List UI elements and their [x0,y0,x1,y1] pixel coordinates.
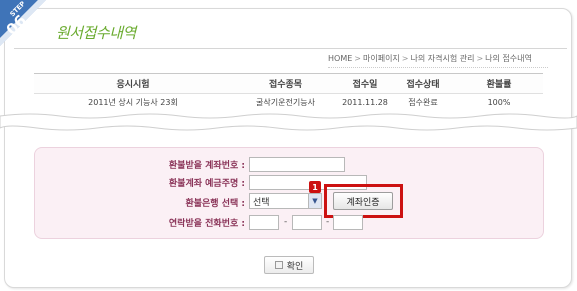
cell-date: 2011.11.28 [342,98,388,108]
cell-status: 접수완료 [408,98,438,108]
step-marker-badge: 1 [309,181,321,193]
phone-number-label: 연락받을 전화번호 : [168,219,245,229]
bank-select-label: 환불은행 선택 : [185,199,245,209]
column-header-date: 접수일 [339,73,391,94]
breadcrumb-current: 나의 접수내역 [485,54,532,63]
bank-select-value: 선택 [253,197,270,208]
cell-category: 굴삭기운전기능사 [256,98,315,108]
phone-dash: - [326,217,330,227]
verify-account-button[interactable]: 계좌인증 [333,192,393,210]
table-header-row: 응시시험 접수종목 접수일 접수상태 환불률 [34,73,543,94]
breadcrumb-home[interactable]: HOME [328,54,352,63]
breadcrumb-separator: > [401,54,409,63]
confirm-button-label: 확인 [286,261,304,272]
table-row: 2011년 상시 기능사 23회 굴삭기운전기능사 2011.11.28 접수완… [34,94,543,112]
column-header-status: 접수상태 [391,73,455,94]
page-title: 원서접수내역 [56,24,136,42]
phone-part1-input[interactable] [249,215,279,230]
application-table: 응시시험 접수종목 접수일 접수상태 환불률 2011년 상시 기능사 23회 … [34,73,543,112]
column-header-exam: 응시시험 [34,73,232,94]
chevron-down-icon[interactable]: ▼ [308,194,321,208]
breadcrumb: HOME > 마이페이지 > 나의 자격시험 관리 > 나의 접수내역 [328,50,548,68]
bank-select[interactable]: 선택 ▼ [249,193,322,209]
phone-dash: - [284,217,288,227]
torn-edge-divider [0,113,577,131]
confirm-button[interactable]: 확인 [264,256,314,274]
phone-part3-input[interactable] [333,215,363,230]
account-number-label: 환불받을 계좌번호 : [168,161,245,171]
column-header-refund-rate: 환불률 [455,73,543,94]
account-number-input[interactable] [249,157,345,172]
breadcrumb-separator: > [476,54,484,63]
document-icon [274,261,283,269]
breadcrumb-exam-management[interactable]: 나의 자격시험 관리 [411,53,475,64]
phone-part2-input[interactable] [292,215,322,230]
column-header-category: 접수종목 [232,73,339,94]
cell-refund-rate: 100% [487,98,511,108]
step-badge: STEP 06 [0,0,46,46]
breadcrumb-mypage[interactable]: 마이페이지 [363,53,400,64]
account-holder-label: 환불계좌 예금주명 : [168,179,245,189]
breadcrumb-separator: > [354,54,361,63]
cell-exam: 2011년 상시 기능사 23회 [88,98,178,108]
